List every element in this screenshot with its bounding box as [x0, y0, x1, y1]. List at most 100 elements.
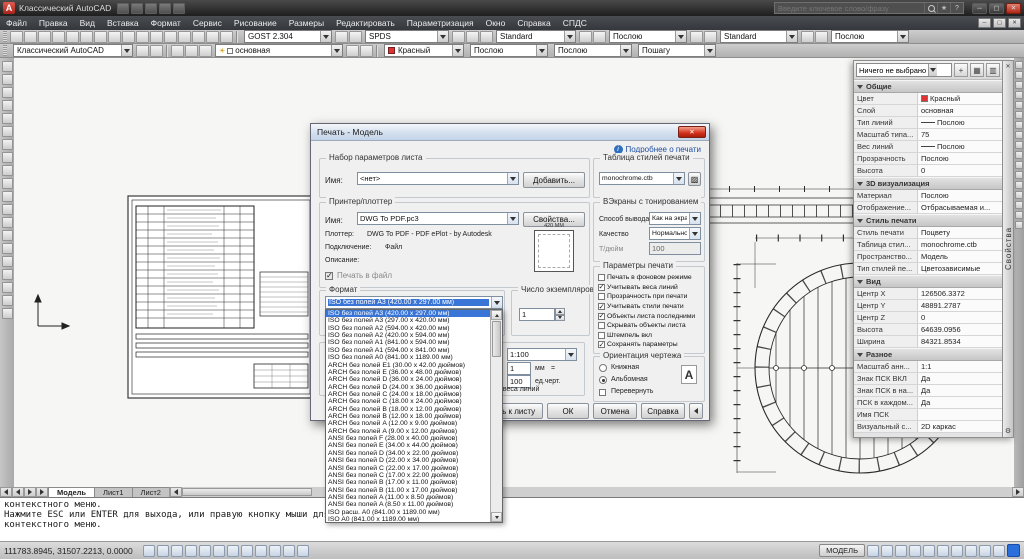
rotate-icon[interactable]: [1015, 121, 1023, 129]
move-icon[interactable]: [1015, 111, 1023, 119]
menu-item[interactable]: СПДС: [557, 16, 593, 30]
mirror-icon[interactable]: [1015, 81, 1023, 89]
new-icon[interactable]: [10, 31, 23, 43]
scale-icon[interactable]: [1015, 131, 1023, 139]
infer-constraints-toggle[interactable]: [143, 545, 155, 557]
property-row[interactable]: Масштаб анн...1:1: [854, 361, 1002, 373]
copy-object-icon[interactable]: [1015, 71, 1023, 79]
menu-item[interactable]: Правка: [33, 16, 74, 30]
close-button[interactable]: [1006, 3, 1021, 14]
lineweight-display-toggle[interactable]: [269, 545, 281, 557]
annotation-visibility-button[interactable]: [951, 545, 963, 557]
plot-icon[interactable]: [52, 31, 65, 43]
plot-to-file-checkbox[interactable]: [325, 272, 333, 280]
workspace-switching-button[interactable]: [979, 545, 991, 557]
show-motion-button[interactable]: [937, 545, 949, 557]
rectangle-icon[interactable]: [2, 113, 13, 124]
annotation-autoscale-button[interactable]: [965, 545, 977, 557]
property-row[interactable]: Пространство...Модель: [854, 251, 1002, 263]
previous-layout-button[interactable]: [12, 487, 24, 497]
offset-icon[interactable]: [1015, 91, 1023, 99]
markup-set-manager-icon[interactable]: [593, 31, 606, 43]
plot-option-row[interactable]: Печать в фоновом режиме: [598, 273, 702, 283]
region-icon[interactable]: [2, 256, 13, 267]
make-block-icon[interactable]: [2, 204, 13, 215]
table-style-combo[interactable]: Standard: [720, 30, 798, 43]
dim-style-icon[interactable]: [815, 31, 828, 43]
plot-icon[interactable]: [145, 3, 157, 14]
property-row[interactable]: Знак ПСК в на...Да: [854, 385, 1002, 397]
scroll-right-icon[interactable]: [1012, 487, 1024, 497]
autocad-logo-icon[interactable]: A: [3, 2, 15, 14]
paper-size-option[interactable]: ANSI без полей A (8.50 x 11.00 дюймов): [326, 501, 490, 508]
zoom-extents-icon[interactable]: [220, 31, 233, 43]
paper-size-option[interactable]: ANSI без полей F (28.00 x 40.00 дюймов): [326, 435, 490, 442]
property-row[interactable]: Визуальный с...2D каркас: [854, 421, 1002, 433]
layer-combo[interactable]: основная: [215, 44, 343, 57]
layout-tab[interactable]: Модель: [48, 487, 95, 497]
steering-wheel-button[interactable]: [923, 545, 935, 557]
toggle-pickadd-icon[interactable]: +: [954, 63, 968, 77]
grid-display-toggle[interactable]: [171, 545, 183, 557]
gradient-icon[interactable]: [2, 243, 13, 254]
help-icon[interactable]: [950, 3, 963, 13]
paper-size-option[interactable]: ISO без полей A2 (594.00 x 420.00 мм): [326, 325, 490, 332]
ellipse-icon[interactable]: [2, 178, 13, 189]
line-icon[interactable]: [2, 61, 13, 72]
erase-icon[interactable]: [1015, 61, 1023, 69]
paper-size-option[interactable]: ISO без полей A3 (297.00 x 420.00 мм): [326, 317, 490, 324]
export-dwf-icon[interactable]: [94, 31, 107, 43]
dialog-titlebar[interactable]: Печать - Модель: [311, 124, 709, 141]
selection-filter-dropdown[interactable]: Ничего не выбрано: [856, 63, 952, 77]
paper-size-combo[interactable]: ISO без полей A3 (420.00 x 297.00 мм): [325, 296, 503, 309]
match-properties-icon[interactable]: [150, 31, 163, 43]
lock-ui-icon[interactable]: [150, 45, 163, 57]
property-row[interactable]: ЦветКрасный: [854, 93, 1002, 105]
search-input[interactable]: [775, 4, 924, 13]
palette-titlebar[interactable]: Свойства: [1003, 60, 1014, 438]
layout-tab[interactable]: Лист1: [94, 487, 132, 497]
cut-icon[interactable]: [108, 31, 121, 43]
color-combo[interactable]: Красный: [384, 44, 464, 57]
quickcalc-icon[interactable]: [690, 31, 703, 43]
zoom-previous-icon[interactable]: [349, 31, 362, 43]
palette-section-header[interactable]: Разное: [854, 348, 1002, 361]
doc-minimize-button[interactable]: [978, 18, 991, 28]
design-center-icon[interactable]: [466, 31, 479, 43]
paper-size-option[interactable]: ISO расш. A0 (841.00 x 1189.00 мм): [326, 509, 490, 516]
plot-option-checkbox[interactable]: [598, 293, 605, 300]
pan-realtime-icon[interactable]: [192, 31, 205, 43]
layout-tab[interactable]: Лист2: [132, 487, 170, 497]
quality-combo[interactable]: Нормальное: [649, 227, 701, 240]
paper-size-option[interactable]: ANSI без полей C (17.00 x 22.00 дюймов): [326, 472, 490, 479]
zoom-window-icon[interactable]: [335, 31, 348, 43]
undo-icon[interactable]: [159, 3, 171, 14]
property-row[interactable]: Центр Y48891.2787: [854, 300, 1002, 312]
table-icon[interactable]: [2, 269, 13, 280]
plot-option-row[interactable]: Скрывать объекты листа: [598, 321, 702, 331]
redo-icon[interactable]: [173, 3, 185, 14]
copy-icon[interactable]: [122, 31, 135, 43]
open-icon[interactable]: [24, 31, 37, 43]
lock-ui-button[interactable]: [993, 545, 1005, 557]
plot-option-row[interactable]: Учитывать стили печати: [598, 302, 702, 312]
palette-section-header[interactable]: Общие: [854, 80, 1002, 93]
workspace-combo[interactable]: Классический AutoCAD: [13, 44, 133, 57]
save-icon[interactable]: [131, 3, 143, 14]
break-at-point-icon[interactable]: [1015, 171, 1023, 179]
last-layout-button[interactable]: [36, 487, 48, 497]
dim-linear-icon[interactable]: [801, 31, 814, 43]
paper-size-option[interactable]: ARCH без полей C (18.00 x 24.00 дюймов): [326, 398, 490, 405]
property-row[interactable]: Стиль печатиПоцвету: [854, 227, 1002, 239]
hatch-icon[interactable]: [2, 230, 13, 241]
paper-size-option[interactable]: ISO A0 (841.00 x 1189.00 мм): [326, 516, 490, 522]
paper-size-option[interactable]: ARCH без полей D (36.00 x 24.00 дюймов): [326, 376, 490, 383]
undo-icon[interactable]: [164, 31, 177, 43]
portrait-radio[interactable]: [599, 364, 607, 372]
plot-option-row[interactable]: Штемпель вкл: [598, 331, 702, 341]
plot-option-checkbox[interactable]: [598, 341, 605, 348]
construction-line-icon[interactable]: [2, 74, 13, 85]
paper-size-option[interactable]: ANSI без полей B (17.00 x 11.00 дюймов): [326, 479, 490, 486]
menu-item[interactable]: Вид: [74, 16, 101, 30]
property-row[interactable]: Центр Z0: [854, 312, 1002, 324]
